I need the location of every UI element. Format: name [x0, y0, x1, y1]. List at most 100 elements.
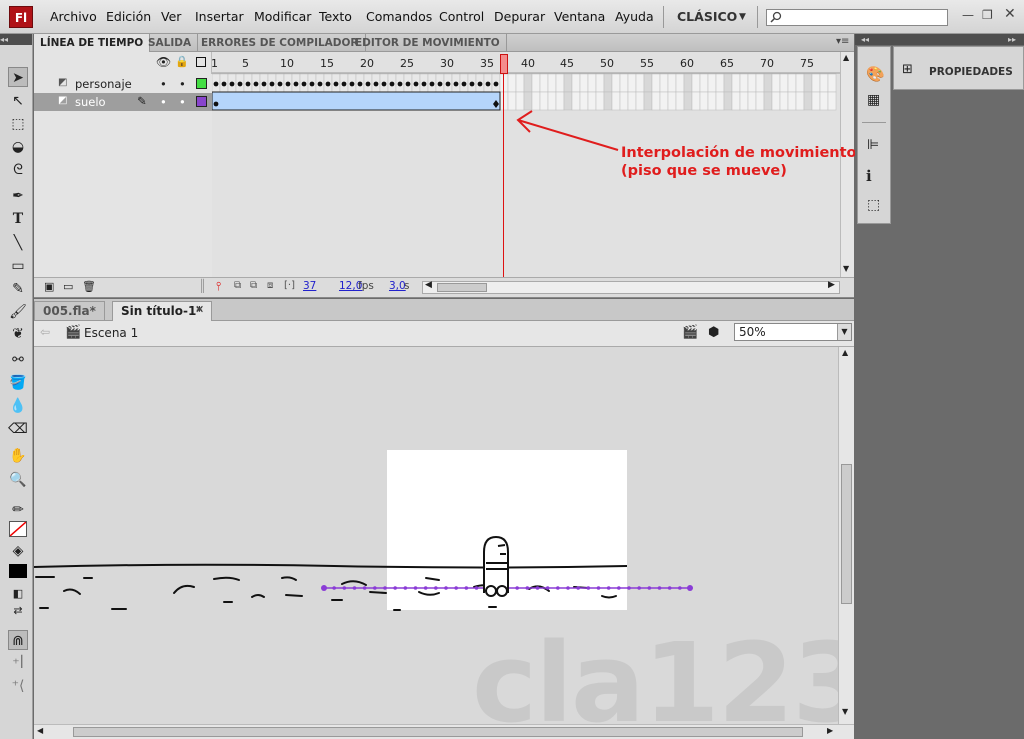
back-arrow-icon[interactable]: ⇦ [40, 325, 50, 339]
fill-color-icon[interactable]: ◈ [8, 541, 28, 561]
edit-symbol-icon[interactable]: ⬢ [708, 325, 719, 340]
stage-vscrollbar[interactable]: ▲ ▼ [838, 347, 854, 724]
snap-magnet-icon[interactable]: ⋒ [8, 630, 28, 650]
lock-dot[interactable]: • [179, 77, 186, 91]
panel-menu-icon[interactable]: ▾≡ [836, 36, 849, 47]
text-tool-icon[interactable]: T [8, 209, 28, 229]
eraser-tool-icon[interactable]: ⌫ [8, 419, 28, 439]
close-tab-icon[interactable]: ✕ [195, 303, 204, 316]
onion-outline-icon[interactable]: ⧉ [250, 280, 257, 291]
minimize-icon[interactable]: — [962, 8, 974, 22]
selection-tool-icon[interactable]: ➤ [8, 67, 28, 87]
properties-panel-tab[interactable]: ⊞ PROPIEDADES [893, 46, 1024, 90]
menu-control[interactable]: Control [439, 9, 484, 24]
swap-colors-icon[interactable]: ⇄ [8, 601, 28, 621]
free-transform-tool-icon[interactable]: ⬚ [8, 114, 28, 134]
scroll-right-icon[interactable]: ▶ [828, 280, 835, 290]
dock-collapse-bar[interactable]: ◂◂ [855, 34, 891, 45]
edit-multiple-icon[interactable]: ⧈ [267, 280, 273, 291]
onion-markers-icon[interactable]: [·] [284, 280, 295, 291]
scroll-thumb[interactable] [73, 727, 803, 737]
menu-insertar[interactable]: Insertar [195, 9, 244, 24]
bone-tool-icon[interactable]: ⚯ [8, 350, 28, 370]
visibility-dot[interactable]: • [160, 77, 167, 91]
scroll-down-icon[interactable]: ▼ [842, 707, 848, 716]
eyedropper-tool-icon[interactable]: 💧 [8, 396, 28, 416]
paint-bucket-tool-icon[interactable]: 🪣 [8, 373, 28, 393]
fill-color-swatch[interactable] [9, 564, 27, 578]
menu-ventana[interactable]: Ventana [554, 9, 605, 24]
layer-name[interactable]: suelo [75, 95, 106, 109]
scroll-down-icon[interactable]: ▼ [843, 264, 849, 273]
document-tab-005[interactable]: 005.fla* [34, 301, 105, 321]
playhead-handle[interactable] [500, 54, 508, 74]
lock-dot[interactable]: • [179, 95, 186, 109]
tab-timeline[interactable]: LÍNEA DE TIEMPO [34, 34, 151, 52]
pen-tool-icon[interactable]: ✒ [8, 186, 28, 206]
chevron-down-icon[interactable]: ▼ [739, 12, 746, 22]
transform-icon[interactable]: ⬚ [867, 197, 880, 213]
menu-depurar[interactable]: Depurar [494, 9, 545, 24]
lasso-tool-icon[interactable]: ᘓ [8, 160, 28, 180]
deco-tool-icon[interactable]: ❦ [8, 324, 28, 344]
menu-ver[interactable]: Ver [161, 9, 181, 24]
timeline-hscrollbar[interactable]: ◀ ▶ [422, 280, 840, 294]
scroll-up-icon[interactable]: ▲ [842, 348, 848, 357]
align-icon[interactable]: ⊫ [867, 137, 879, 153]
rectangle-tool-icon[interactable]: ▭ [8, 256, 28, 276]
outline-icon[interactable] [196, 57, 206, 67]
panel-collapse-bar[interactable]: ◂◂ [0, 34, 32, 45]
trash-icon[interactable]: 🗑 [82, 280, 96, 293]
chevron-down-icon[interactable]: ▼ [837, 324, 851, 340]
stage-area[interactable]: cla123 ▲ ▼ ◀ ▶ [34, 347, 854, 739]
brush-tool-icon[interactable]: 🖌 [8, 302, 28, 322]
edit-scene-icon[interactable]: 🎬 [682, 325, 698, 340]
pencil-tool-icon[interactable]: ✎ [8, 279, 28, 299]
restore-icon[interactable]: ❐ [982, 8, 993, 22]
scroll-thumb[interactable] [437, 283, 487, 292]
line-tool-icon[interactable]: ╲ [8, 233, 28, 253]
lock-icon[interactable]: 🔒 [175, 55, 189, 68]
stroke-color-swatch[interactable] [9, 521, 27, 537]
subselection-tool-icon[interactable]: ↖ [8, 91, 28, 111]
tab-output[interactable]: SALIDA [142, 34, 199, 52]
new-layer-icon[interactable]: ▣ [44, 280, 54, 293]
hand-tool-icon[interactable]: ✋ [8, 446, 28, 466]
zoom-select[interactable]: 50% ▼ [734, 323, 852, 341]
layer-name[interactable]: personaje [75, 77, 132, 91]
onion-skin-icon[interactable]: ⧉ [234, 280, 241, 291]
eye-icon[interactable]: 👁 [156, 55, 171, 69]
info-icon[interactable]: ℹ [866, 167, 872, 185]
3d-rotation-tool-icon[interactable]: ◒ [8, 137, 28, 157]
scroll-left-icon[interactable]: ◀ [37, 726, 43, 735]
layer-color-swatch[interactable] [196, 78, 207, 89]
straighten-icon[interactable]: ⁺⟨ [8, 676, 28, 696]
center-frame-icon[interactable]: ⫯ [216, 279, 221, 294]
stage-hscrollbar[interactable]: ◀ ▶ [34, 724, 854, 739]
menu-archivo[interactable]: Archivo [50, 9, 97, 24]
scroll-thumb[interactable] [841, 464, 852, 604]
help-search-input[interactable] [766, 9, 948, 26]
zoom-tool-icon[interactable]: 🔍 [8, 470, 28, 490]
scroll-left-icon[interactable]: ◀ [425, 280, 432, 290]
menu-ayuda[interactable]: Ayuda [615, 9, 654, 24]
close-icon[interactable]: ✕ [1004, 6, 1016, 22]
menu-modificar[interactable]: Modificar [254, 9, 311, 24]
tab-motion-editor[interactable]: EDITOR DE MOVIMIENTO [349, 34, 507, 52]
workspace-switcher[interactable]: CLÁSICO [677, 9, 737, 24]
new-folder-icon[interactable]: ▭ [63, 280, 73, 293]
layer-row-suelo[interactable]: ◩ suelo ✎ • • [34, 93, 212, 111]
swatches-icon[interactable]: ▦ [867, 92, 880, 108]
scene-name[interactable]: Escena 1 [84, 326, 138, 340]
layer-color-swatch[interactable] [196, 96, 207, 107]
stroke-color-icon[interactable]: ✏ [8, 500, 28, 520]
scroll-up-icon[interactable]: ▲ [843, 53, 849, 62]
menu-edicion[interactable]: Edición [106, 9, 151, 24]
smooth-icon[interactable]: ⁺ꟾ [8, 654, 28, 674]
color-palette-icon[interactable]: 🎨 [866, 65, 885, 83]
scroll-right-icon[interactable]: ▶ [827, 726, 833, 735]
menu-texto[interactable]: Texto [319, 9, 352, 24]
visibility-dot[interactable]: • [160, 95, 167, 109]
current-frame[interactable]: 37 [303, 280, 316, 292]
layer-row-personaje[interactable]: ◩ personaje • • [34, 75, 212, 93]
